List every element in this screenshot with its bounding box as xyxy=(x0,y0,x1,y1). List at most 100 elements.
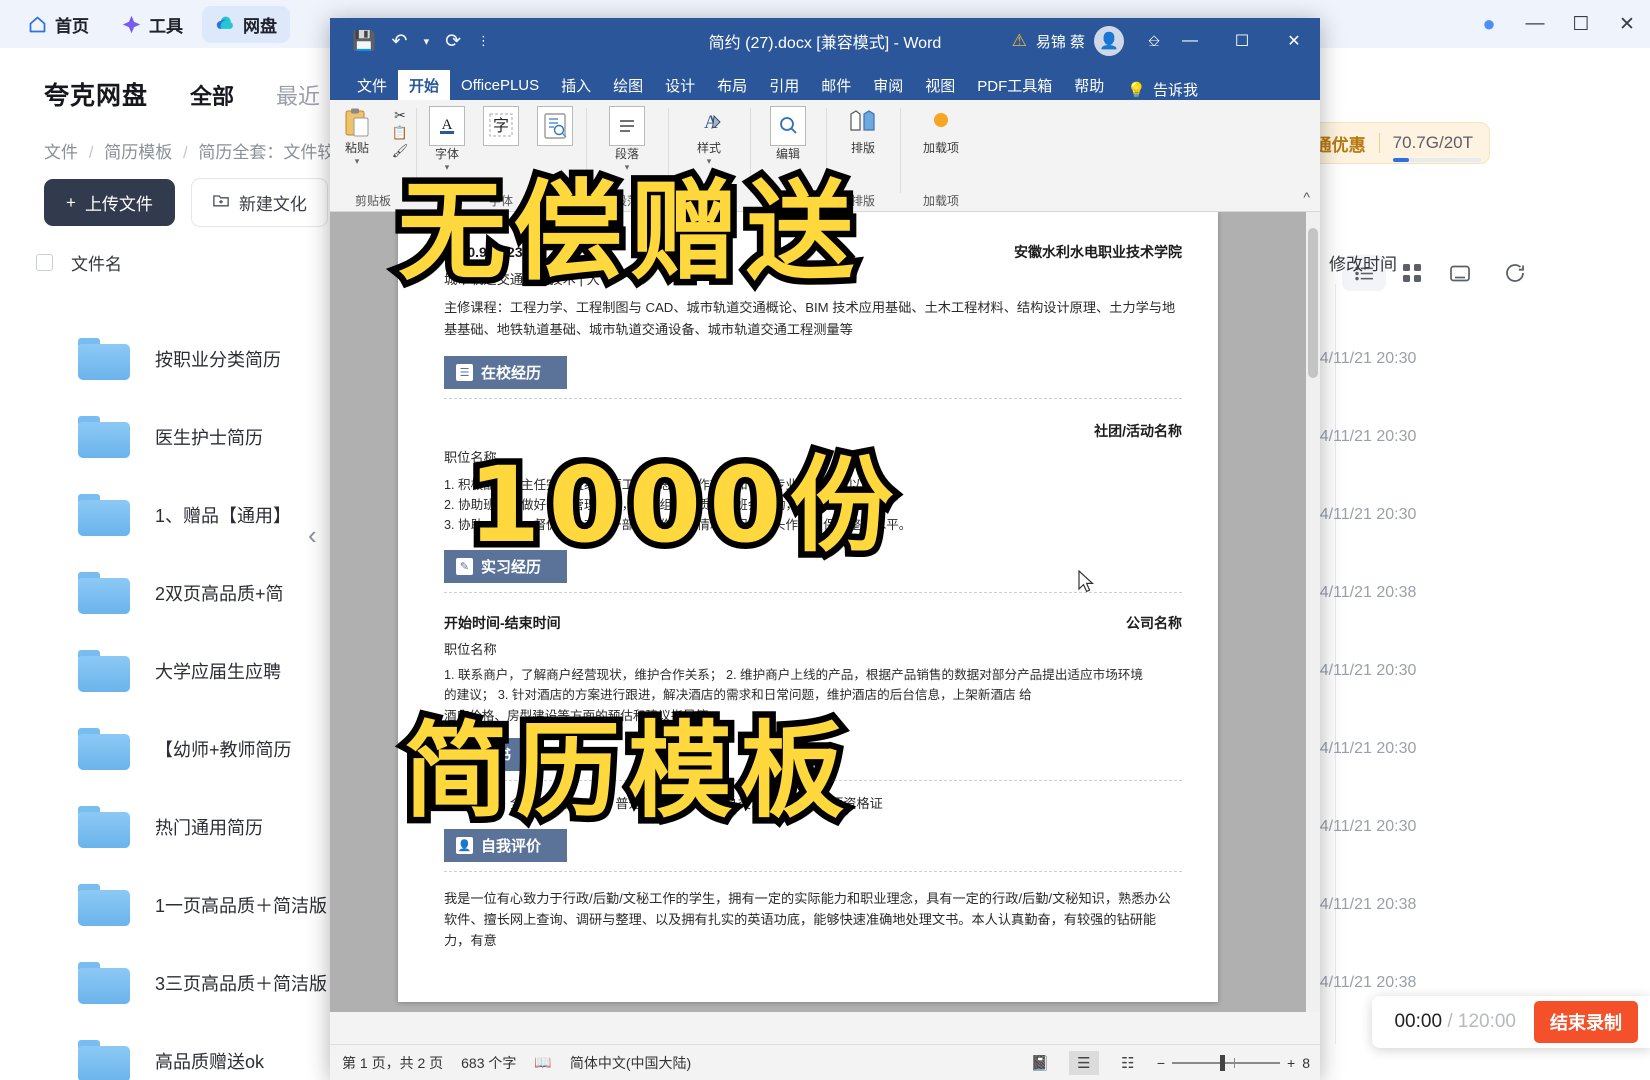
tab-recent[interactable]: 最近 xyxy=(276,79,320,111)
tab-design[interactable]: 设计 xyxy=(654,70,706,100)
tab-home[interactable]: 开始 xyxy=(398,70,451,100)
folder-icon xyxy=(78,650,130,692)
tab-draw[interactable]: 绘图 xyxy=(602,70,654,100)
sparkle-tools-icon xyxy=(121,14,142,35)
tab-officeplus[interactable]: OfficePLUS xyxy=(450,70,550,100)
breadcrumb-item-root[interactable]: 文件 xyxy=(44,143,78,162)
paste-button[interactable]: 粘贴 ▾ xyxy=(333,106,381,167)
quark-action-buttons: + 上传文件 新建文化 xyxy=(44,178,328,227)
print-layout-icon[interactable]: ☰ xyxy=(1068,1050,1099,1075)
zoom-slider-thumb[interactable] xyxy=(1220,1054,1226,1071)
account-icon[interactable]: ● xyxy=(1466,0,1512,48)
tab-review[interactable]: 审阅 xyxy=(862,70,914,100)
tab-help[interactable]: 帮助 xyxy=(1063,70,1115,100)
book-icon: ☰ xyxy=(456,364,473,382)
document-scrollbar[interactable] xyxy=(1306,212,1320,1012)
person-badge-icon: 👤 xyxy=(456,836,473,854)
user-name: 易锦 蔡 xyxy=(1035,33,1085,51)
zoom-slider[interactable] xyxy=(1172,1054,1281,1071)
self-evaluation-text: 我是一位有心致力于行政/后勤/文秘工作的学生，拥有一定的实际能力和职业理念，具有… xyxy=(444,890,1171,949)
zoom-level[interactable]: 8 xyxy=(1302,1055,1310,1071)
breadcrumb: 文件 / 简历模板 / 简历全套：文件较 xyxy=(44,138,334,163)
nav-item-tools[interactable]: 工具 xyxy=(108,6,196,43)
word-document-area[interactable]: 2020.9-2023.6 安徽水利水电职业技术学院 城市轨道交通工程技术 | … xyxy=(330,212,1320,1012)
zoom-out-button[interactable]: − xyxy=(1157,1055,1165,1071)
quark-header: 夸克网盘 全部 最近 xyxy=(44,76,320,112)
recording-timer: 00:00 / 120:00 xyxy=(1394,1011,1516,1033)
maximize-icon[interactable]: ☐ xyxy=(1216,18,1268,64)
breadcrumb-item-1[interactable]: 简历模板 xyxy=(104,143,172,162)
proofing-icon[interactable]: 📖 xyxy=(534,1054,551,1071)
file-name: 医生护士简历 xyxy=(155,428,263,448)
zoom-in-button[interactable]: + xyxy=(1287,1055,1295,1071)
scrollbar-thumb[interactable] xyxy=(1308,228,1318,378)
section-campus-experience: ☰ 在校经历 xyxy=(444,356,568,390)
page-indicator[interactable]: 第 1 页，共 2 页 xyxy=(342,1053,443,1073)
text-effects-button[interactable] xyxy=(531,106,579,146)
tell-me-box[interactable]: 💡 告诉我 xyxy=(1127,79,1198,100)
tab-insert[interactable]: 插入 xyxy=(550,70,602,100)
folder-icon xyxy=(78,494,130,536)
web-layout-icon[interactable]: ☷ xyxy=(1113,1051,1143,1075)
tab-view[interactable]: 视图 xyxy=(914,70,966,100)
chinese-char-button[interactable]: 字 xyxy=(477,106,525,146)
column-header-time[interactable]: 修改时间 xyxy=(1329,250,1397,275)
maximize-icon[interactable]: ☐ xyxy=(1558,0,1604,48)
addins-label: 加载项 xyxy=(922,141,959,155)
storage-progress-bar xyxy=(1392,158,1481,162)
zoom-slider-tick xyxy=(1234,1057,1236,1068)
document-page[interactable]: 2020.9-2023.6 安徽水利水电职业技术学院 城市轨道交通工程技术 | … xyxy=(398,212,1218,1002)
word-count[interactable]: 683 个字 xyxy=(461,1053,516,1073)
nav-item-cloud-disk[interactable]: 网盘 xyxy=(202,5,290,43)
chevron-left-icon[interactable]: ‹ xyxy=(308,520,317,551)
stop-recording-button[interactable]: 结束录制 xyxy=(1534,1001,1638,1043)
read-mode-icon[interactable]: 📓 xyxy=(1025,1051,1055,1075)
new-folder-button[interactable]: 新建文化 xyxy=(190,178,328,227)
ribbon-group-label: 加载项 xyxy=(922,194,959,208)
upload-file-button[interactable]: + 上传文件 xyxy=(44,179,175,226)
qat-more-icon[interactable]: ⋮ xyxy=(477,33,490,49)
section-divider xyxy=(444,870,1182,872)
file-name: 【幼师+教师简历 xyxy=(155,740,292,760)
redo-icon[interactable]: ⟳ xyxy=(445,30,461,53)
folder-icon xyxy=(78,572,130,614)
chevron-down-icon[interactable]: ▾ xyxy=(355,156,360,167)
section-divider xyxy=(444,591,1182,593)
minimize-icon[interactable]: — xyxy=(1512,0,1558,48)
tab-pdf-toolbox[interactable]: PDF工具箱 xyxy=(966,70,1063,100)
quark-window-controls: ● — ☐ ✕ xyxy=(1466,0,1650,48)
copy-icon[interactable]: 📋 xyxy=(383,124,417,142)
tab-mailings[interactable]: 邮件 xyxy=(810,70,862,100)
tab-all[interactable]: 全部 xyxy=(190,79,234,111)
svg-text:字: 字 xyxy=(493,117,509,135)
select-all-checkbox[interactable] xyxy=(36,253,53,271)
undo-icon[interactable]: ↶ xyxy=(392,30,408,53)
chevron-up-icon[interactable]: ^ xyxy=(1303,189,1310,205)
close-icon[interactable]: ✕ xyxy=(1268,18,1320,64)
language-indicator[interactable]: 简体中文(中国大陆) xyxy=(570,1053,691,1073)
tab-layout[interactable]: 布局 xyxy=(706,70,758,100)
tab-references[interactable]: 引用 xyxy=(758,70,810,100)
campus-org: 社团/活动名称 xyxy=(1094,423,1182,440)
folder-icon xyxy=(78,884,130,926)
folder-icon xyxy=(78,806,130,848)
nav-label-cloud-disk: 网盘 xyxy=(243,16,277,36)
addins-button[interactable]: 加载项 xyxy=(917,106,965,156)
file-name: 3三页高品质＋简洁版 xyxy=(155,974,328,994)
column-header-name[interactable]: 文件名 xyxy=(71,250,122,275)
user-account[interactable]: ⚠ 易锦 蔡 👤 xyxy=(1012,26,1124,56)
nav-item-home[interactable]: 首页 xyxy=(14,6,102,43)
save-icon[interactable]: 💾 xyxy=(352,29,376,53)
avatar: 👤 xyxy=(1094,26,1124,56)
close-icon[interactable]: ✕ xyxy=(1604,0,1650,48)
tab-file[interactable]: 文件 xyxy=(346,70,398,100)
warning-triangle-icon: ⚠ xyxy=(1011,31,1027,50)
cut-icon[interactable]: ✂ xyxy=(383,106,417,124)
ribbon-display-icon[interactable]: ⎒ xyxy=(1148,33,1160,50)
word-title-bar: 💾 ↶ ▾ ⟳ ⋮ 简约 (27).docx [兼容模式] - Word ⚠ 易… xyxy=(330,18,1320,64)
minimize-icon[interactable]: — xyxy=(1164,18,1216,64)
word-window-controls: — ☐ ✕ xyxy=(1164,18,1320,64)
undo-dropdown-icon[interactable]: ▾ xyxy=(424,35,430,48)
zoom-control[interactable]: − + 8 xyxy=(1157,1054,1310,1071)
storage-quota: 70.7G/20T xyxy=(1392,133,1481,162)
